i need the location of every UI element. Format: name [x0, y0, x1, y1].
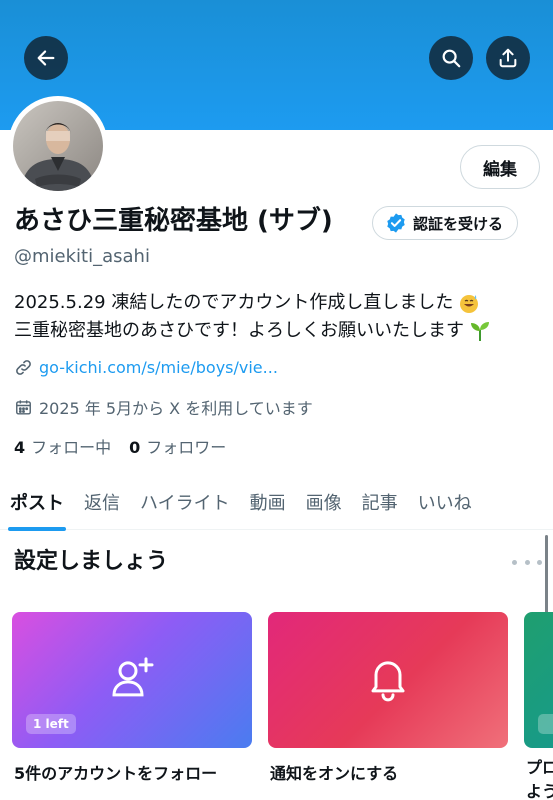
joined-date: 2025 年 5月から X を利用しています: [14, 395, 313, 419]
following-stat[interactable]: 4 フォロー中: [14, 434, 111, 458]
setup-card-profile[interactable]: [524, 612, 553, 748]
search-button[interactable]: [429, 36, 473, 80]
share-upload-icon: [499, 48, 517, 68]
profile-name: あさひ三重秘密基地 (サブ): [14, 206, 333, 236]
setup-card-notifications-label: 通知をオンにする: [270, 764, 399, 783]
profile-link-text[interactable]: go-kichi.com/s/mie/boys/vie...: [39, 358, 278, 377]
profile-badge: [538, 714, 553, 734]
followers-count: 0: [129, 438, 141, 457]
follow-stats: 4 フォロー中 0 フォロワー: [14, 434, 226, 458]
following-count: 4: [14, 438, 26, 457]
share-button[interactable]: [486, 36, 530, 80]
profile-handle: @miekiti_asahi: [14, 246, 150, 267]
more-options-icon[interactable]: [512, 552, 542, 572]
verified-badge-icon: [387, 213, 405, 233]
following-label: フォロー中: [31, 438, 112, 457]
bio-line-2: 三重秘密基地のあさひです！よろしくお願いいたします: [14, 320, 464, 341]
profile-bio: 2025.5.29 凍結したのでアカウント作成し直しました 三重秘密基地のあさひ…: [14, 289, 544, 345]
followers-stat[interactable]: 0 フォロワー: [129, 434, 226, 458]
followers-label: フォロワー: [146, 438, 227, 457]
setup-title: 設定しましょう: [14, 549, 169, 574]
profile-link[interactable]: go-kichi.com/s/mie/boys/vie...: [14, 358, 278, 377]
follow-progress-badge: 1 left: [26, 714, 76, 734]
back-button[interactable]: [24, 36, 68, 80]
bell-icon: [371, 661, 405, 702]
get-verified-label: 認証を受ける: [413, 214, 504, 233]
bio-line-1: 2025.5.29 凍結したのでアカウント作成し直しました: [14, 292, 454, 313]
seedling-emoji-icon: [471, 322, 489, 342]
tab-videos[interactable]: 動画: [240, 474, 296, 530]
tab-likes[interactable]: いいね: [408, 474, 482, 530]
avatar[interactable]: [8, 96, 108, 196]
avatar-photo: [13, 101, 103, 191]
sweat-smile-emoji-icon: [460, 295, 479, 313]
tab-replies[interactable]: 返信: [74, 474, 130, 530]
edit-profile-button[interactable]: 編集: [460, 145, 540, 189]
tab-photos[interactable]: 画像: [296, 474, 352, 530]
setup-card-notifications[interactable]: [268, 612, 508, 748]
arrow-left-icon: [37, 50, 55, 66]
setup-card-follow[interactable]: 1 left: [12, 612, 252, 748]
profile-tabs: ポスト 返信 ハイライト 動画 画像 記事 いいね: [0, 474, 553, 531]
add-user-icon: [112, 657, 154, 697]
tab-posts[interactable]: ポスト: [0, 474, 74, 531]
tab-highlights[interactable]: ハイライト: [130, 474, 240, 530]
calendar-icon: [16, 399, 31, 415]
search-icon: [442, 49, 461, 68]
tab-articles[interactable]: 記事: [352, 474, 408, 530]
get-verified-button[interactable]: 認証を受ける: [372, 206, 519, 240]
setup-card-follow-label: 5件のアカウントをフォロー: [14, 764, 218, 783]
joined-text: 2025 年 5月から X を利用しています: [39, 399, 313, 418]
setup-card-profile-label: プロ よう: [526, 758, 553, 800]
link-icon: [16, 360, 31, 375]
